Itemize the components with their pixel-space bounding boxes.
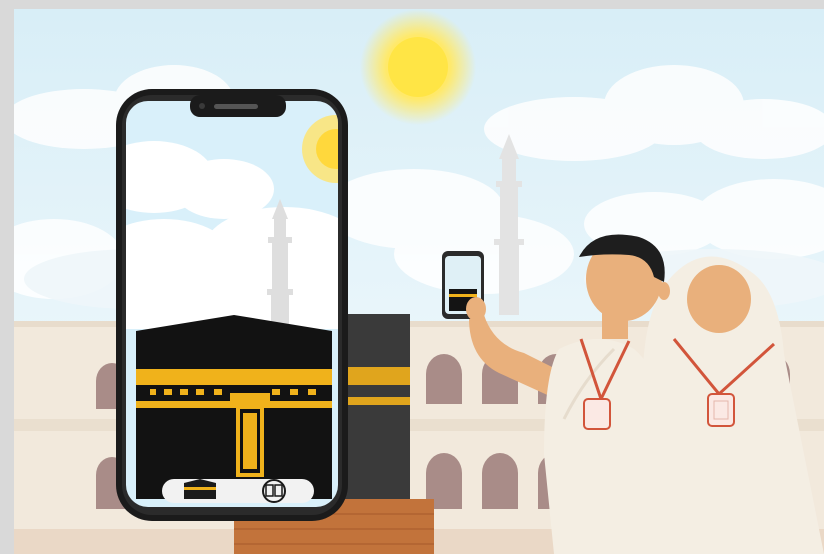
- image-frame: [0, 0, 824, 554]
- phone: [116, 89, 348, 521]
- sun: [360, 9, 476, 125]
- illustration-canvas: [14, 9, 824, 554]
- hajj-illustration: [14, 9, 824, 554]
- kaaba-on-screen: [136, 315, 332, 499]
- kaaba-icon[interactable]: [184, 479, 216, 499]
